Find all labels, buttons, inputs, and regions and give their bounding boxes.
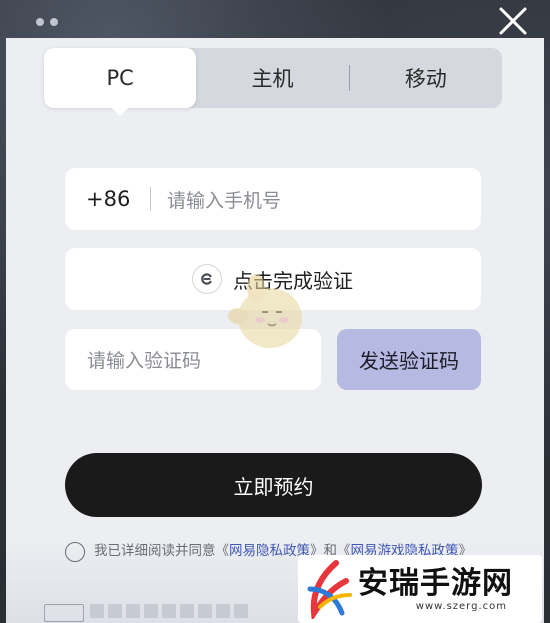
send-code-button[interactable]: 发送验证码 bbox=[337, 329, 481, 390]
site-watermark: 安瑞手游网 www.szerg.com bbox=[298, 555, 542, 623]
shield-icon bbox=[193, 265, 221, 293]
phone-input[interactable]: 请输入手机号 bbox=[167, 186, 281, 213]
agreement-prefix: 我已详细阅读并同意《 bbox=[94, 543, 229, 559]
dot bbox=[50, 18, 58, 26]
footer-text bbox=[90, 604, 250, 618]
reserve-button[interactable]: 立即预约 bbox=[65, 453, 482, 517]
agree-checkbox[interactable] bbox=[65, 542, 85, 562]
tab-pc[interactable]: PC bbox=[44, 48, 197, 108]
platform-tabs: PC 主机 移动 bbox=[44, 48, 502, 108]
phone-divider bbox=[150, 187, 151, 211]
watermark-url: www.szerg.com bbox=[415, 600, 507, 612]
watermark-logo-icon bbox=[307, 560, 352, 619]
close-button[interactable] bbox=[494, 2, 532, 40]
tab-console[interactable]: 主机 bbox=[196, 48, 348, 108]
code-input[interactable]: 请输入验证码 bbox=[65, 346, 201, 373]
tab-mobile[interactable]: 移动 bbox=[350, 48, 502, 108]
footer-logo bbox=[44, 604, 84, 622]
mascot-watermark bbox=[228, 274, 302, 348]
dot bbox=[36, 18, 44, 26]
close-icon bbox=[499, 7, 527, 35]
country-code[interactable]: +86 bbox=[65, 187, 146, 211]
watermark-title: 安瑞手游网 bbox=[358, 565, 513, 601]
window-dots bbox=[36, 18, 58, 26]
phone-field[interactable]: +86 请输入手机号 bbox=[65, 168, 481, 230]
